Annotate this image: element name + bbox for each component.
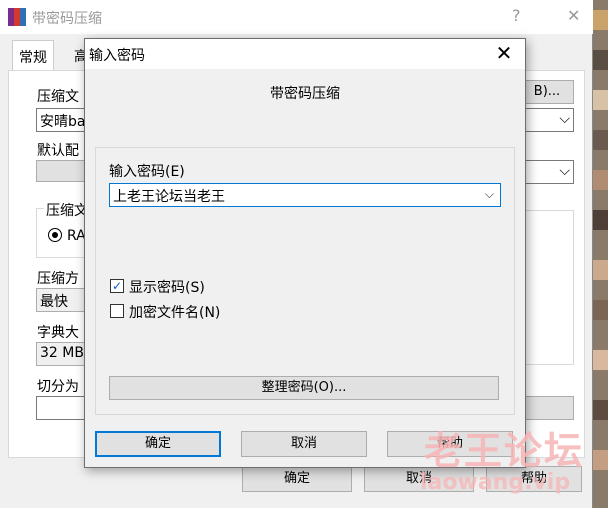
password-label: 输入密码(E) [109, 164, 185, 180]
method-label: 压缩方 [37, 271, 79, 287]
cancel-button[interactable]: 取消 [241, 431, 367, 457]
bg-ok-button[interactable]: 确定 [242, 466, 352, 492]
watermark-text: 老王论坛 [424, 429, 585, 473]
dictionary-label: 字典大 [37, 325, 79, 341]
dialog-subtitle: 带密码压缩 [270, 86, 340, 102]
dictionary-dropdown[interactable]: 32 MB [36, 342, 86, 366]
checkmark-icon: ✓ [111, 279, 123, 293]
winrar-app-icon [8, 8, 26, 26]
encrypt-filenames-checkbox[interactable] [110, 304, 124, 318]
password-input[interactable]: 上老王论坛当老王 ⌵ [109, 183, 501, 207]
default-profile-label: 默认配 [37, 143, 79, 159]
update-mode-dropdown[interactable]: ⌵ [520, 160, 574, 184]
close-icon[interactable]: ✕ [567, 6, 580, 25]
browse-button[interactable]: B)... [520, 80, 574, 104]
options-group [520, 210, 574, 365]
set-password-button[interactable] [520, 396, 574, 420]
split-label: 切分为 [37, 379, 79, 395]
tab-general[interactable]: 常规 [12, 40, 54, 70]
radio-rar-label: RA [67, 228, 86, 244]
show-password-checkbox[interactable]: ✓ [110, 279, 124, 293]
profiles-button[interactable] [36, 160, 86, 182]
organize-passwords-button[interactable]: 整理密码(O)... [109, 376, 499, 400]
desktop-background [593, 0, 608, 508]
archive-name-dropdown[interactable]: ⌵ [520, 108, 574, 132]
chevron-down-icon: ⌵ [559, 111, 570, 127]
background-titlebar: 带密码压缩 ? ✕ [0, 0, 593, 34]
radio-rar[interactable] [48, 228, 62, 242]
close-icon[interactable]: ✕ [489, 41, 519, 67]
background-window-title: 带密码压缩 [32, 11, 102, 27]
password-value: 上老王论坛当老王 [113, 189, 225, 205]
dialog-title: 输入密码 [89, 48, 145, 64]
help-icon[interactable]: ? [512, 6, 521, 25]
archive-name-label: 压缩文 [37, 89, 79, 105]
encrypt-filenames-label: 加密文件名(N) [129, 305, 221, 321]
chevron-down-icon: ⌵ [559, 163, 570, 179]
chevron-down-icon[interactable]: ⌵ [485, 187, 494, 202]
split-input[interactable] [36, 396, 86, 420]
method-dropdown[interactable]: 最快 [36, 288, 86, 312]
radio-dot-icon [52, 232, 58, 238]
dialog-titlebar: 输入密码 ✕ [85, 39, 525, 69]
ok-button[interactable]: 确定 [95, 431, 221, 457]
watermark-url: laowang.vip [420, 470, 571, 495]
password-dialog: 输入密码 ✕ 带密码压缩 输入密码(E) 上老王论坛当老王 ⌵ ✓ 显示密码(S… [84, 38, 526, 468]
show-password-label: 显示密码(S) [129, 280, 205, 296]
